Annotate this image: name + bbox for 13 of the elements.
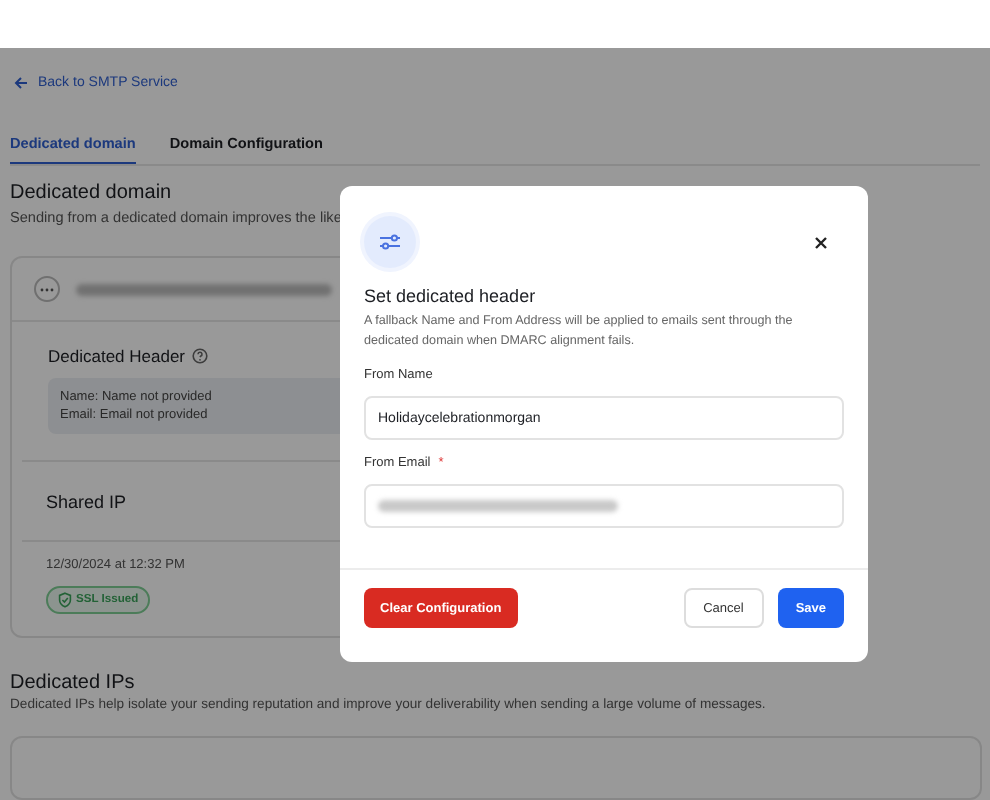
shared-ip-title: Shared IP [46,492,127,512]
arrow-left-icon [14,76,28,90]
close-button[interactable] [810,231,832,253]
dialog-title: Set dedicated header [364,286,538,306]
header-title: Dedicated Header [48,346,186,366]
sliders-icon [378,232,402,252]
close-icon [814,235,828,249]
section-title: Dedicated domain [10,182,172,204]
input-field[interactable] [364,484,844,528]
help-icon [191,348,208,364]
shield-icon [58,592,72,608]
section-title: Dedicated IPs [10,672,135,694]
more-button[interactable] [34,276,60,302]
